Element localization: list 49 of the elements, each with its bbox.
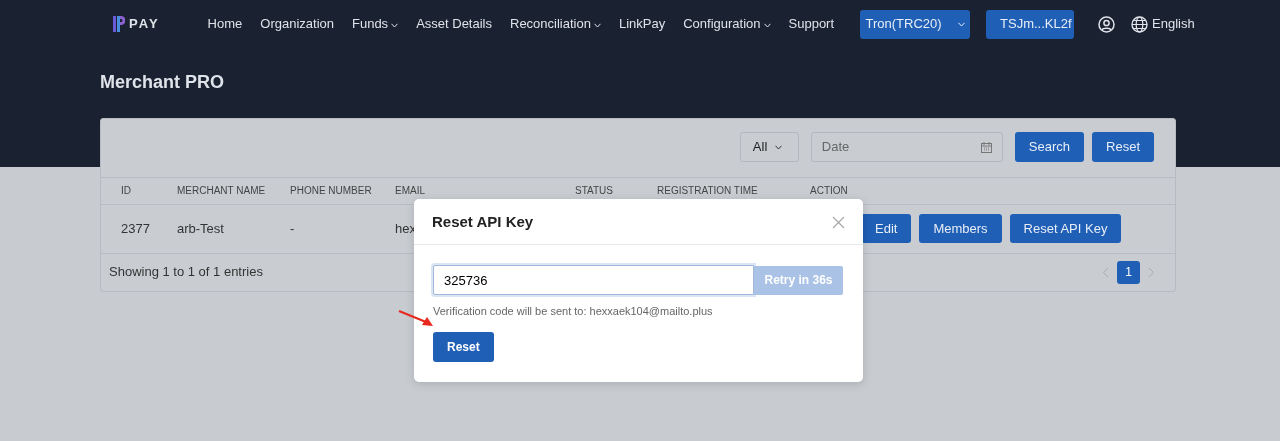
filter-button[interactable]: Search bbox=[1014, 132, 1085, 162]
action-button[interactable]: Members bbox=[919, 214, 1002, 243]
close-icon[interactable] bbox=[832, 215, 845, 229]
reset-button[interactable]: Reset bbox=[433, 331, 494, 362]
logo-icon bbox=[113, 16, 125, 32]
status-select[interactable]: All bbox=[739, 132, 799, 162]
network-dropdown[interactable]: Tron(TRC20) bbox=[860, 9, 971, 39]
filter-button[interactable]: Reset bbox=[1092, 132, 1154, 162]
language-link[interactable]: English bbox=[1152, 14, 1195, 34]
dialog-title: Reset API Key bbox=[432, 212, 534, 231]
hint-text: Verification code will be sent to: hexxaek104@mailto.plus bbox=[433, 304, 714, 319]
chevron-down-icon bbox=[593, 23, 601, 29]
chevron-left-icon[interactable] bbox=[1102, 266, 1109, 278]
column-header: REGISTRATION TIME bbox=[657, 185, 758, 197]
annotation-arrow bbox=[398, 310, 434, 328]
nav-link[interactable]: LinkPay bbox=[618, 14, 666, 34]
nav-link[interactable]: Organization bbox=[260, 14, 334, 34]
chevron-right-icon[interactable] bbox=[1148, 267, 1155, 279]
brand-name: PAY bbox=[129, 15, 160, 34]
chevron-down-icon bbox=[763, 23, 771, 29]
action-button[interactable]: Edit bbox=[861, 214, 912, 243]
action-button[interactable]: Reset API Key bbox=[1009, 214, 1122, 243]
column-header: ACTION bbox=[810, 185, 848, 197]
entries-summary: Showing 1 to 1 of 1 entries bbox=[109, 263, 263, 282]
nav-link[interactable]: Home bbox=[207, 14, 243, 34]
table-cell: 2377 bbox=[121, 220, 150, 236]
page-button[interactable]: 1 bbox=[1117, 260, 1140, 284]
column-header: EMAIL bbox=[395, 185, 425, 197]
column-header: STATUS bbox=[575, 185, 613, 197]
chevron-down-icon bbox=[957, 22, 965, 28]
date-field[interactable]: Date bbox=[810, 132, 1003, 162]
nav-link[interactable]: Asset Details bbox=[416, 14, 492, 34]
chevron-down-icon bbox=[391, 23, 399, 29]
nav-link[interactable]: Support bbox=[788, 14, 835, 34]
nav-link[interactable]: Reconciliation bbox=[510, 14, 601, 34]
calendar-icon bbox=[980, 142, 992, 154]
table-cell: arb-Test bbox=[177, 220, 224, 236]
user-icon[interactable] bbox=[1098, 16, 1116, 34]
globe-icon[interactable] bbox=[1131, 15, 1149, 33]
page-title: Merchant PRO bbox=[100, 72, 226, 94]
nav-link[interactable]: Configuration bbox=[683, 14, 771, 34]
chevron-down-icon bbox=[775, 145, 783, 151]
table-cell: - bbox=[290, 220, 295, 236]
address-button[interactable]: TSJm...KL2f bbox=[986, 9, 1075, 39]
column-header: MERCHANT NAME bbox=[177, 185, 266, 197]
nav-link[interactable]: Funds bbox=[352, 14, 399, 34]
column-header: PHONE NUMBER bbox=[290, 185, 372, 197]
code-field[interactable]: 325736 bbox=[433, 265, 754, 295]
column-header: ID bbox=[121, 185, 131, 197]
